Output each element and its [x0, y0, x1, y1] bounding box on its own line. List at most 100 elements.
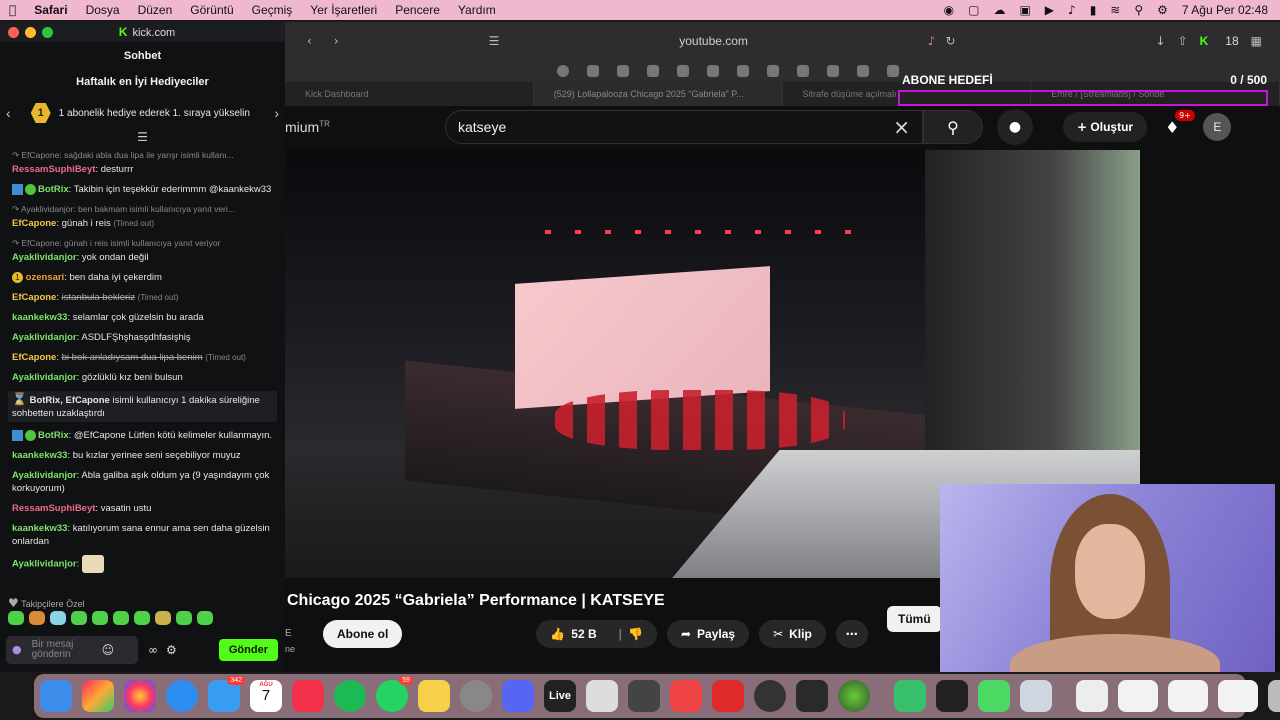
window-thumbnail[interactable]: [1168, 680, 1208, 712]
filter-all-chip[interactable]: Tümü: [887, 606, 942, 632]
channel-name-fragment[interactable]: E: [285, 628, 292, 639]
tab-overview-icon[interactable]: ▦: [1251, 34, 1262, 48]
send-button[interactable]: Gönder: [218, 639, 278, 661]
clear-search-icon[interactable]: ×: [893, 115, 910, 139]
trash-icon[interactable]: [1268, 680, 1280, 712]
obs-icon[interactable]: [628, 680, 660, 712]
calendar-icon[interactable]: AĞU 7: [250, 680, 282, 712]
wifi-icon[interactable]: ≋: [1110, 3, 1120, 17]
control-center-icon[interactable]: ⚙: [1157, 3, 1168, 17]
thumbs-down-icon[interactable]: 👎: [628, 627, 643, 641]
chevron-left-icon[interactable]: ‹: [6, 105, 11, 121]
share-button[interactable]: ➦ Paylaş: [666, 620, 750, 648]
display-icon[interactable]: ▣: [1019, 3, 1030, 17]
emote-button[interactable]: [8, 611, 24, 625]
audio-playing-icon[interactable]: ♪: [928, 34, 936, 48]
more-actions-button[interactable]: ⋯: [835, 620, 868, 648]
youtube-logo[interactable]: miumTR: [285, 119, 435, 135]
favorite-icon[interactable]: [887, 65, 899, 77]
emote-button[interactable]: [50, 611, 66, 625]
activity-monitor-icon[interactable]: [754, 680, 786, 712]
account-avatar[interactable]: E: [1203, 113, 1232, 141]
screen-mirror-icon[interactable]: ▢: [968, 3, 979, 17]
filter-icon[interactable]: ☰: [0, 130, 285, 144]
menu-app-name[interactable]: Safari: [25, 3, 76, 17]
reader-icon[interactable]: ☰: [489, 34, 500, 48]
emote-button[interactable]: [155, 611, 171, 625]
favorite-icon[interactable]: [827, 65, 839, 77]
menu-clock[interactable]: 7 Ağu Per 02:48: [1182, 3, 1268, 17]
globe-app-icon[interactable]: [838, 680, 870, 712]
notes-icon[interactable]: [418, 680, 450, 712]
safari-icon[interactable]: [166, 680, 198, 712]
photos-icon[interactable]: [124, 680, 156, 712]
window-thumbnail[interactable]: [1118, 680, 1158, 712]
download-icon[interactable]: ↓: [1156, 34, 1166, 48]
window-thumbnail[interactable]: [1218, 680, 1258, 712]
status-icon[interactable]: ◉: [944, 3, 954, 17]
launchpad-icon[interactable]: [82, 680, 114, 712]
notifications-icon[interactable]: ♦ 9+: [1165, 109, 1195, 137]
music-icon[interactable]: [292, 680, 324, 712]
close-window-button[interactable]: [8, 26, 19, 38]
numbers-icon[interactable]: [894, 680, 926, 712]
zoom-window-button[interactable]: [42, 26, 53, 38]
emote-button[interactable]: [176, 611, 192, 625]
favorite-icon[interactable]: [587, 65, 599, 77]
chevron-right-icon[interactable]: ›: [274, 105, 279, 121]
emote-button[interactable]: [113, 611, 129, 625]
address-bar[interactable]: youtube.com: [499, 34, 927, 48]
reload-icon[interactable]: ↻: [945, 34, 955, 48]
search-icon[interactable]: ⚲: [1134, 3, 1143, 17]
create-button[interactable]: + Oluştur: [1063, 112, 1148, 142]
cloud-icon[interactable]: ☁: [993, 3, 1005, 17]
back-icon[interactable]: ‹: [307, 34, 312, 48]
emote-button[interactable]: [92, 611, 108, 625]
menu-window[interactable]: Pencere: [386, 3, 449, 17]
terminal-icon[interactable]: [936, 680, 968, 712]
chat-input[interactable]: ● Bir mesaj gönderin ☺: [6, 636, 138, 664]
menu-history[interactable]: Geçmiş: [243, 3, 302, 17]
favorite-icon[interactable]: [767, 65, 779, 77]
finder-icon[interactable]: [40, 680, 72, 712]
points-icon[interactable]: ∞: [148, 643, 158, 657]
emote-button[interactable]: [134, 611, 150, 625]
messages-icon[interactable]: [978, 680, 1010, 712]
tab-kick-dashboard[interactable]: Kick Dashboard: [285, 82, 534, 106]
search-input[interactable]: katseye ×: [445, 110, 923, 144]
live-app-icon[interactable]: Live: [544, 680, 576, 712]
robot-app-icon[interactable]: [586, 680, 618, 712]
favorite-icon[interactable]: [737, 65, 749, 77]
phone-app-icon[interactable]: [670, 680, 702, 712]
game-controller-icon[interactable]: [796, 680, 828, 712]
anydesk-icon[interactable]: [712, 680, 744, 712]
favorite-icon[interactable]: [797, 65, 809, 77]
emote-button[interactable]: [71, 611, 87, 625]
tab-youtube-video[interactable]: (529) Lollapalooza Chicago 2025 "Gabriel…: [533, 82, 783, 106]
system-settings-icon[interactable]: [460, 680, 492, 712]
clip-button[interactable]: ✂ Klip: [759, 620, 826, 648]
mail-icon[interactable]: 342: [208, 676, 245, 712]
emoji-icon[interactable]: ☺: [102, 644, 115, 656]
screenshot-app-icon[interactable]: [1020, 680, 1052, 712]
favorite-icon[interactable]: [707, 65, 719, 77]
mic-icon[interactable]: ●: [12, 644, 22, 655]
emote-button[interactable]: [197, 611, 213, 625]
favorite-icon[interactable]: [647, 65, 659, 77]
menu-bookmarks[interactable]: Yer İşaretleri: [301, 3, 386, 17]
like-button[interactable]: 👍 52 B | 👎: [536, 620, 657, 648]
menu-view[interactable]: Görüntü: [181, 3, 242, 17]
forward-icon[interactable]: ›: [334, 34, 339, 48]
emote-button[interactable]: [29, 611, 45, 625]
menu-file[interactable]: Dosya: [77, 3, 129, 17]
play-icon[interactable]: ▶: [1045, 3, 1054, 17]
battery-icon[interactable]: ▮: [1090, 3, 1097, 17]
window-thumbnail[interactable]: [1076, 680, 1108, 712]
minimize-window-button[interactable]: [25, 26, 36, 38]
settings-icon[interactable]: ⚙: [166, 643, 177, 657]
search-button[interactable]: ⚲: [923, 110, 983, 144]
menu-edit[interactable]: Düzen: [129, 3, 182, 17]
volume-icon[interactable]: ♪: [1068, 3, 1076, 17]
favorite-icon[interactable]: [857, 65, 869, 77]
apple-icon[interactable]: : [0, 3, 25, 17]
